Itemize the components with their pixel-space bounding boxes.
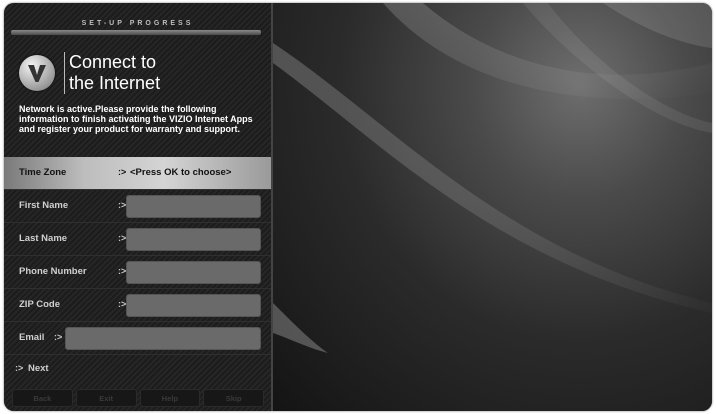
zip-row: ZIP Code :>: [4, 289, 271, 322]
help-button[interactable]: Help: [139, 389, 201, 407]
swoosh-graphic: [273, 3, 712, 353]
arrow-icon: :>: [54, 332, 63, 342]
vizio-logo-icon: [19, 55, 55, 91]
next-label: Next: [28, 363, 49, 374]
last-name-row: Last Name :>: [4, 223, 271, 256]
email-label: Email: [19, 332, 45, 343]
phone-label: Phone Number: [19, 266, 87, 277]
back-button[interactable]: Back: [12, 389, 73, 407]
bottom-nav: Back Exit Help Skip: [12, 389, 264, 407]
time-zone-value: <Press OK to choose>: [130, 167, 232, 178]
last-name-label: Last Name: [19, 233, 68, 244]
page-title-line1: Connect to: [69, 52, 157, 72]
time-zone-label: Time Zone: [19, 167, 67, 178]
intro-text: Network is active.Please provide the fol…: [19, 104, 253, 134]
zip-field[interactable]: [126, 294, 261, 317]
arrow-icon: :>: [15, 363, 24, 373]
time-zone-row[interactable]: Time Zone :> <Press OK to choose>: [4, 157, 271, 190]
skip-button[interactable]: Skip: [203, 389, 264, 407]
page-title-line2: the Internet: [69, 73, 161, 93]
zip-label: ZIP Code: [19, 299, 60, 310]
progress-bar: [10, 29, 262, 36]
arrow-icon: :>: [118, 167, 127, 177]
tv-screen: SET-UP PROGRESS Connect to the Internet …: [4, 3, 712, 411]
exit-button[interactable]: Exit: [75, 389, 137, 407]
next-button[interactable]: :> Next: [4, 358, 271, 386]
email-row: Email :>: [4, 322, 271, 355]
phone-row: Phone Number :>: [4, 256, 271, 289]
first-name-field[interactable]: [126, 195, 261, 218]
first-name-row: First Name :>: [4, 190, 271, 223]
setup-panel: SET-UP PROGRESS Connect to the Internet …: [4, 3, 273, 411]
email-field[interactable]: [65, 327, 261, 350]
phone-field[interactable]: [126, 261, 261, 284]
background-artwork: [273, 3, 712, 411]
progress-label: SET-UP PROGRESS: [81, 20, 194, 27]
last-name-field[interactable]: [126, 228, 261, 251]
logo-divider: [64, 52, 65, 94]
first-name-label: First Name: [19, 200, 69, 211]
